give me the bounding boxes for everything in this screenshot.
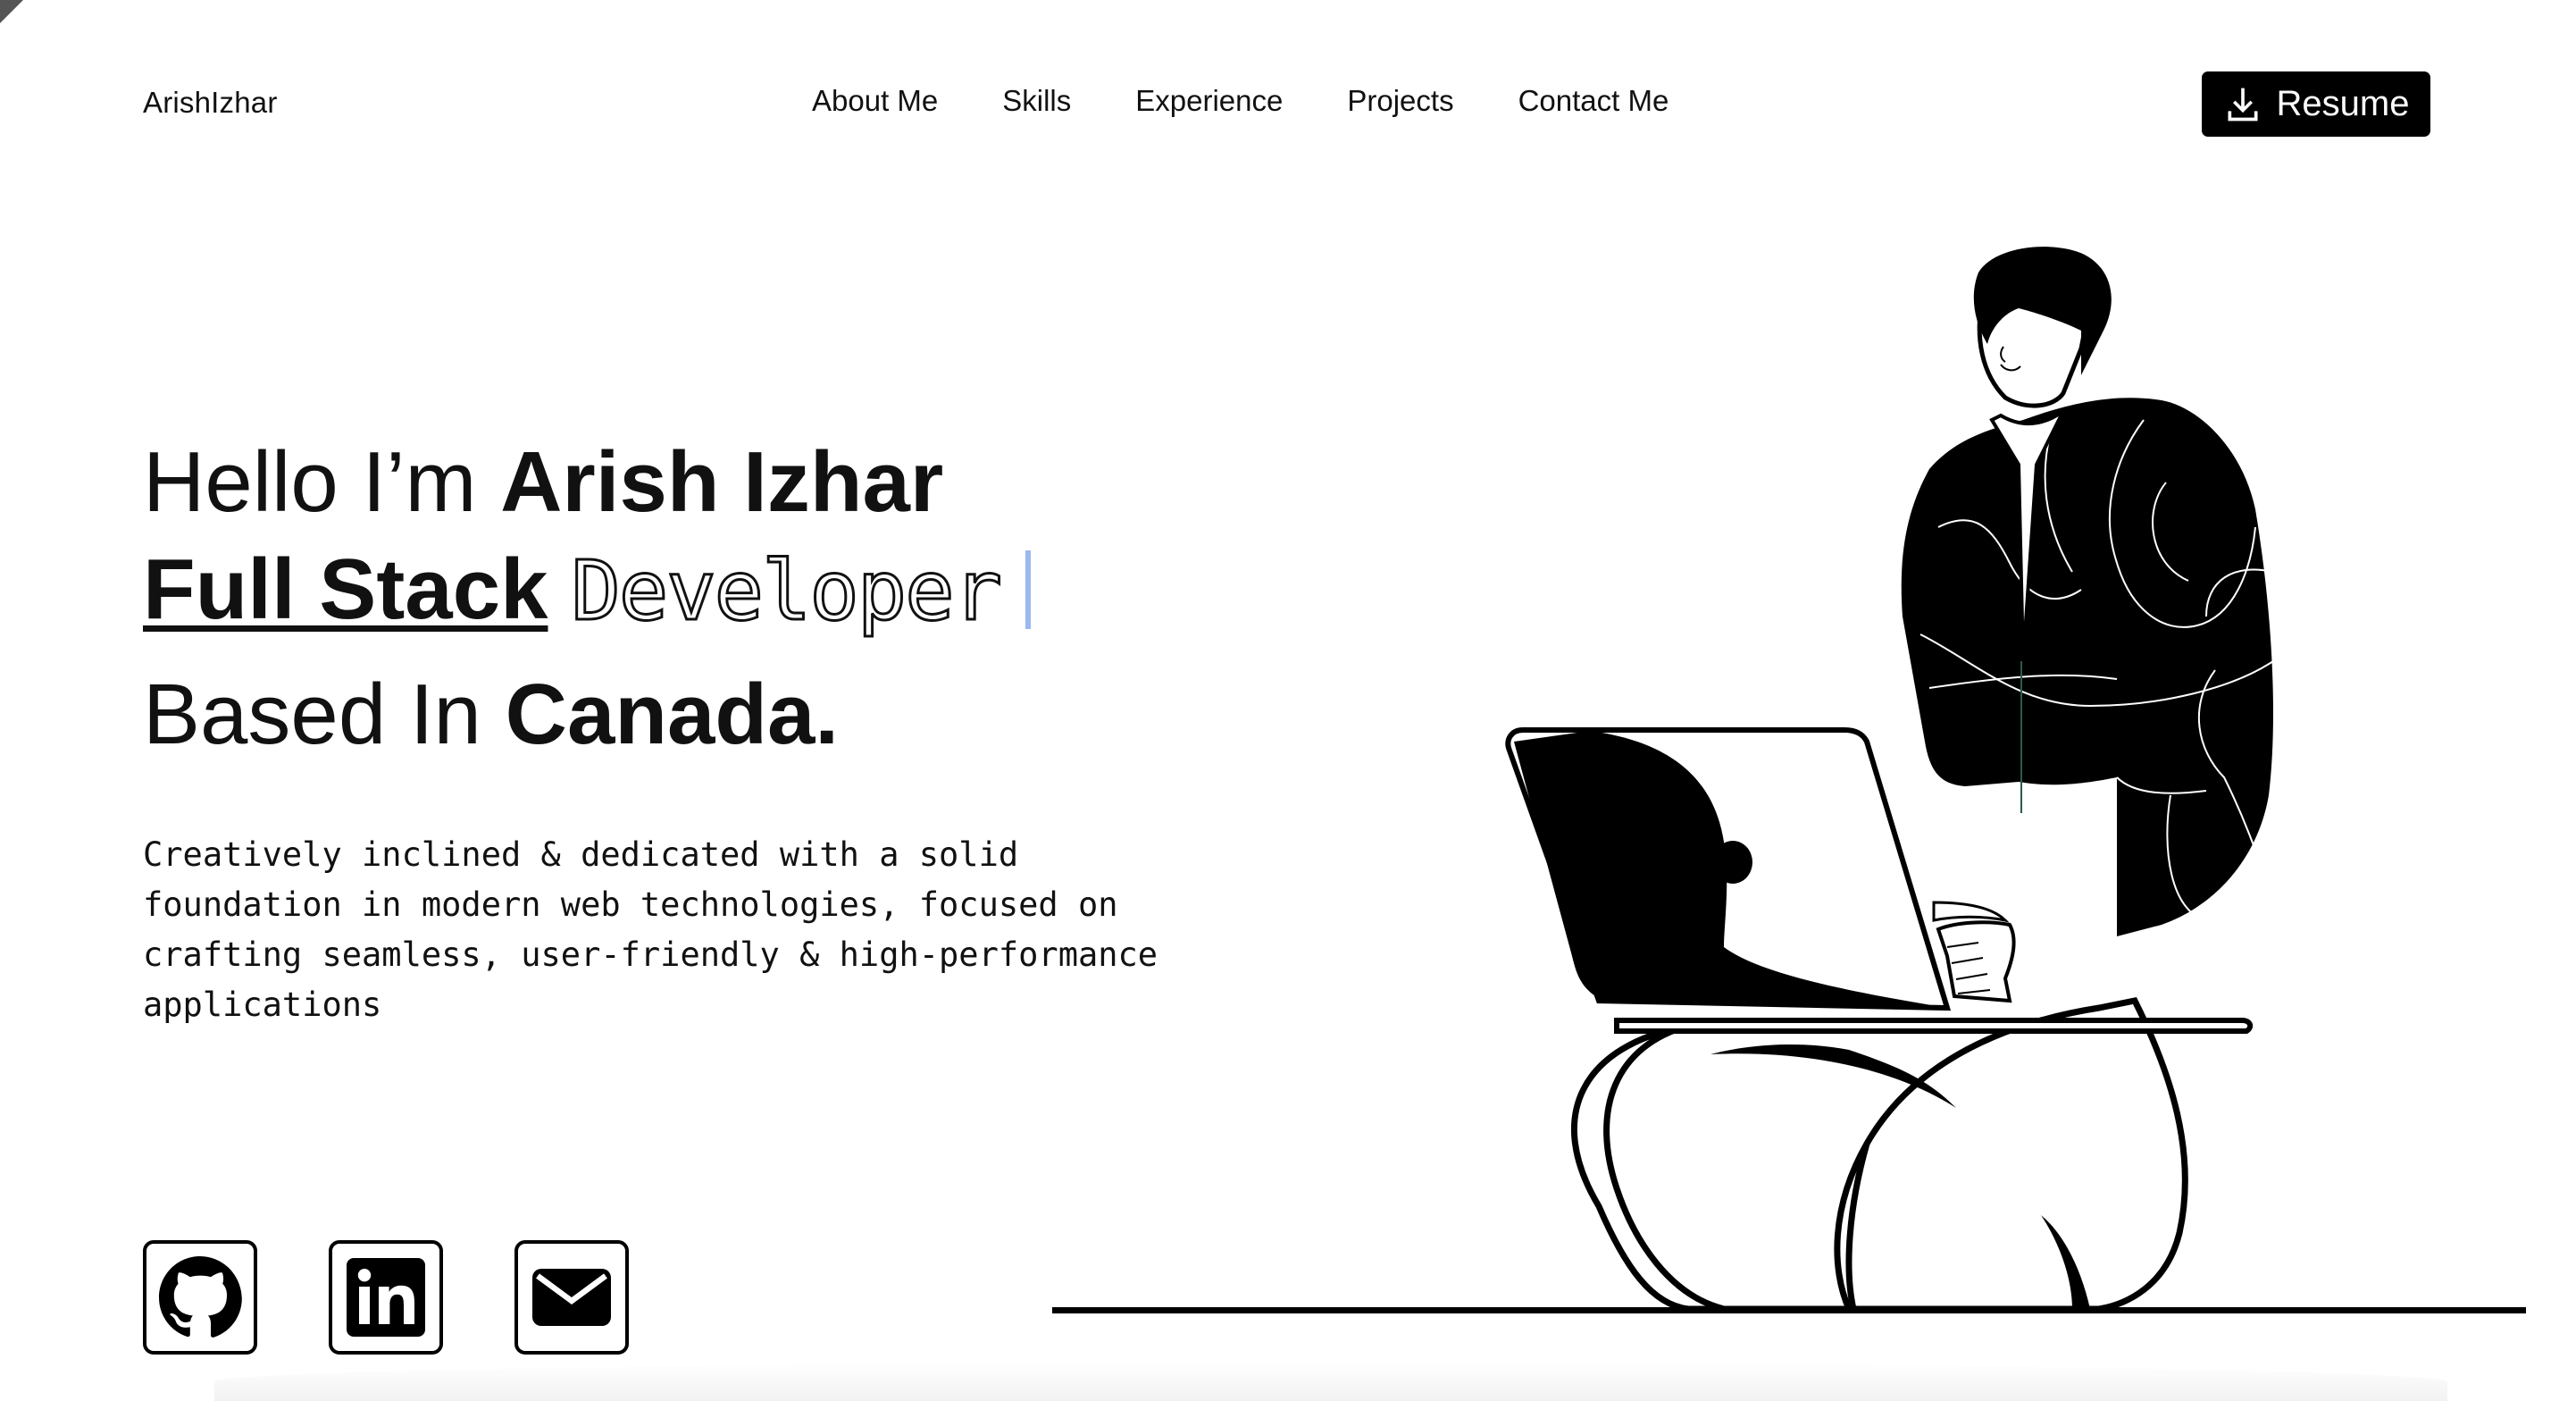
- nav-about-me[interactable]: About Me: [812, 84, 938, 118]
- bottom-shadow: [214, 1363, 2447, 1401]
- github-icon: [159, 1256, 242, 1338]
- typing-caret: [1025, 550, 1031, 629]
- resume-button[interactable]: Resume: [2202, 71, 2430, 137]
- developer-illustration: [1052, 247, 2526, 1313]
- hero-line-location: Based In Canada.: [143, 672, 839, 758]
- location-country: Canada.: [505, 667, 840, 762]
- hero-name: Arish Izhar: [500, 434, 944, 530]
- site-header: ArishIzhar About Me Skills Experience Pr…: [0, 0, 2576, 206]
- nav-experience[interactable]: Experience: [1135, 84, 1283, 118]
- hero-line-role: Full Stack Developer: [143, 547, 1031, 633]
- social-links: [143, 1240, 629, 1355]
- nav-contact-me[interactable]: Contact Me: [1518, 84, 1669, 118]
- site-logo[interactable]: ArishIzhar: [143, 86, 278, 120]
- linkedin-icon: [347, 1258, 425, 1337]
- linkedin-link[interactable]: [329, 1240, 443, 1355]
- greeting-text: Hello I’m: [143, 434, 501, 530]
- role-bold: Full Stack: [143, 541, 548, 637]
- hero-description: Creatively inclined & dedicated with a s…: [143, 835, 1158, 1024]
- github-link[interactable]: [143, 1240, 257, 1355]
- location-prefix: Based In: [143, 667, 506, 762]
- resume-label: Resume: [2276, 84, 2410, 123]
- nav-skills[interactable]: Skills: [1002, 84, 1071, 118]
- role-typed: Developer: [570, 543, 1003, 639]
- hero-line-greeting: Hello I’m Arish Izhar: [143, 440, 943, 525]
- nav-projects[interactable]: Projects: [1347, 84, 1453, 118]
- page: ArishIzhar About Me Skills Experience Pr…: [0, 0, 2576, 1401]
- email-icon: [532, 1269, 611, 1326]
- download-icon: [2228, 88, 2258, 121]
- email-link[interactable]: [514, 1240, 629, 1355]
- main-nav: About Me Skills Experience Projects Cont…: [812, 84, 1669, 118]
